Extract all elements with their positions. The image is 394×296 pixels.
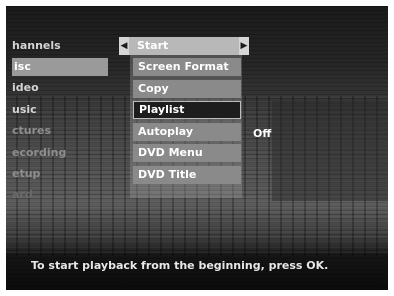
- submenu-item-playlist[interactable]: Playlist: [133, 101, 241, 119]
- help-text: To start playback from the beginning, pr…: [31, 259, 329, 272]
- left-menu-item-music[interactable]: usic: [12, 101, 37, 119]
- left-menu-item-pictures[interactable]: ctures: [12, 122, 51, 140]
- caret-right-icon[interactable]: ▶: [239, 37, 249, 55]
- left-menu-item-video[interactable]: ideo: [12, 79, 39, 97]
- submenu-header-label: Start: [137, 39, 169, 52]
- left-menu-item-channels[interactable]: hannels: [12, 37, 61, 55]
- left-menu-item-setup[interactable]: etup: [12, 165, 40, 183]
- left-menu-item-card[interactable]: ard: [12, 186, 33, 204]
- submenu-item-dvd-title[interactable]: DVD Title: [133, 166, 241, 184]
- left-menu-item-disc[interactable]: isc: [12, 58, 108, 76]
- right-preview-panel: [272, 101, 388, 201]
- submenu-item-dvd-menu[interactable]: DVD Menu: [133, 144, 241, 162]
- submenu-item-autoplay[interactable]: Autoplay: [133, 123, 241, 141]
- submenu-item-screen-format[interactable]: Screen Format: [133, 58, 241, 76]
- autoplay-value: Off: [253, 127, 272, 140]
- left-menu-item-recording[interactable]: ecording: [12, 144, 66, 162]
- tv-screen: hannels isc ideo usic ctures ecording et…: [6, 6, 388, 290]
- submenu-header[interactable]: ◀ Start ▶: [119, 37, 249, 55]
- submenu-item-copy[interactable]: Copy: [133, 80, 241, 98]
- caret-left-icon[interactable]: ◀: [119, 37, 129, 55]
